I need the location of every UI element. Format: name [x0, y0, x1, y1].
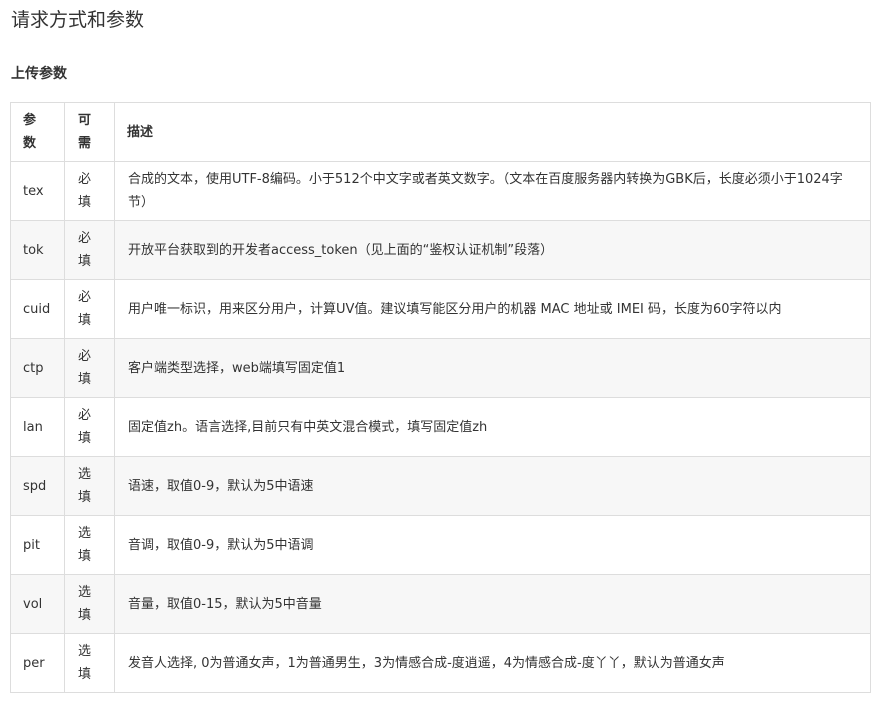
param-name: spd — [10, 456, 65, 516]
table-row: lan 必填 固定值zh。语言选择,目前只有中英文混合模式，填写固定值zh — [10, 397, 871, 457]
param-name: ctp — [10, 338, 65, 398]
param-name: tok — [10, 220, 65, 280]
header-description: 描述 — [114, 102, 871, 162]
header-required: 可需 — [64, 102, 115, 162]
param-required: 选填 — [64, 574, 115, 634]
param-description: 客户端类型选择，web端填写固定值1 — [114, 338, 871, 398]
param-description: 音量，取值0-15，默认为5中音量 — [114, 574, 871, 634]
param-name: vol — [10, 574, 65, 634]
table-row: vol 选填 音量，取值0-15，默认为5中音量 — [10, 574, 871, 634]
param-description: 开放平台获取到的开发者access_token（见上面的“鉴权认证机制”段落） — [114, 220, 871, 280]
params-table: 参数 可需 描述 tex 必填 合成的文本，使用UTF-8编码。小于512个中文… — [10, 102, 871, 693]
param-required: 必填 — [64, 220, 115, 280]
subsection-title: 上传参数 — [11, 66, 67, 82]
table-row: ctp 必填 客户端类型选择，web端填写固定值1 — [10, 338, 871, 398]
param-description: 用户唯一标识，用来区分用户，计算UV值。建议填写能区分用户的机器 MAC 地址或… — [114, 279, 871, 339]
param-required: 必填 — [64, 279, 115, 339]
param-required: 必填 — [64, 338, 115, 398]
table-header-row: 参数 可需 描述 — [10, 102, 871, 162]
header-param: 参数 — [10, 102, 65, 162]
param-name: lan — [10, 397, 65, 457]
param-description: 合成的文本，使用UTF-8编码。小于512个中文字或者英文数字。（文本在百度服务… — [114, 161, 871, 221]
section-title: 请求方式和参数 — [11, 9, 145, 31]
param-required: 必填 — [64, 397, 115, 457]
param-name: cuid — [10, 279, 65, 339]
param-required: 选填 — [64, 456, 115, 516]
table-row: tex 必填 合成的文本，使用UTF-8编码。小于512个中文字或者英文数字。（… — [10, 161, 871, 221]
table-row: per 选填 发音人选择, 0为普通女声，1为普通男生，3为情感合成-度逍遥，4… — [10, 633, 871, 693]
param-name: per — [10, 633, 65, 693]
param-description: 固定值zh。语言选择,目前只有中英文混合模式，填写固定值zh — [114, 397, 871, 457]
param-required: 选填 — [64, 633, 115, 693]
param-required: 必填 — [64, 161, 115, 221]
table-row: cuid 必填 用户唯一标识，用来区分用户，计算UV值。建议填写能区分用户的机器… — [10, 279, 871, 339]
param-description: 音调，取值0-9，默认为5中语调 — [114, 515, 871, 575]
doc-page: 请求方式和参数 上传参数 参数 可需 描述 tex 必填 合成的文本，使用UTF… — [0, 0, 890, 710]
table-row: pit 选填 音调，取值0-9，默认为5中语调 — [10, 515, 871, 575]
param-required: 选填 — [64, 515, 115, 575]
param-name: tex — [10, 161, 65, 221]
param-description: 语速，取值0-9，默认为5中语速 — [114, 456, 871, 516]
param-description: 发音人选择, 0为普通女声，1为普通男生，3为情感合成-度逍遥，4为情感合成-度… — [114, 633, 871, 693]
table-row: spd 选填 语速，取值0-9，默认为5中语速 — [10, 456, 871, 516]
param-name: pit — [10, 515, 65, 575]
table-row: tok 必填 开放平台获取到的开发者access_token（见上面的“鉴权认证… — [10, 220, 871, 280]
